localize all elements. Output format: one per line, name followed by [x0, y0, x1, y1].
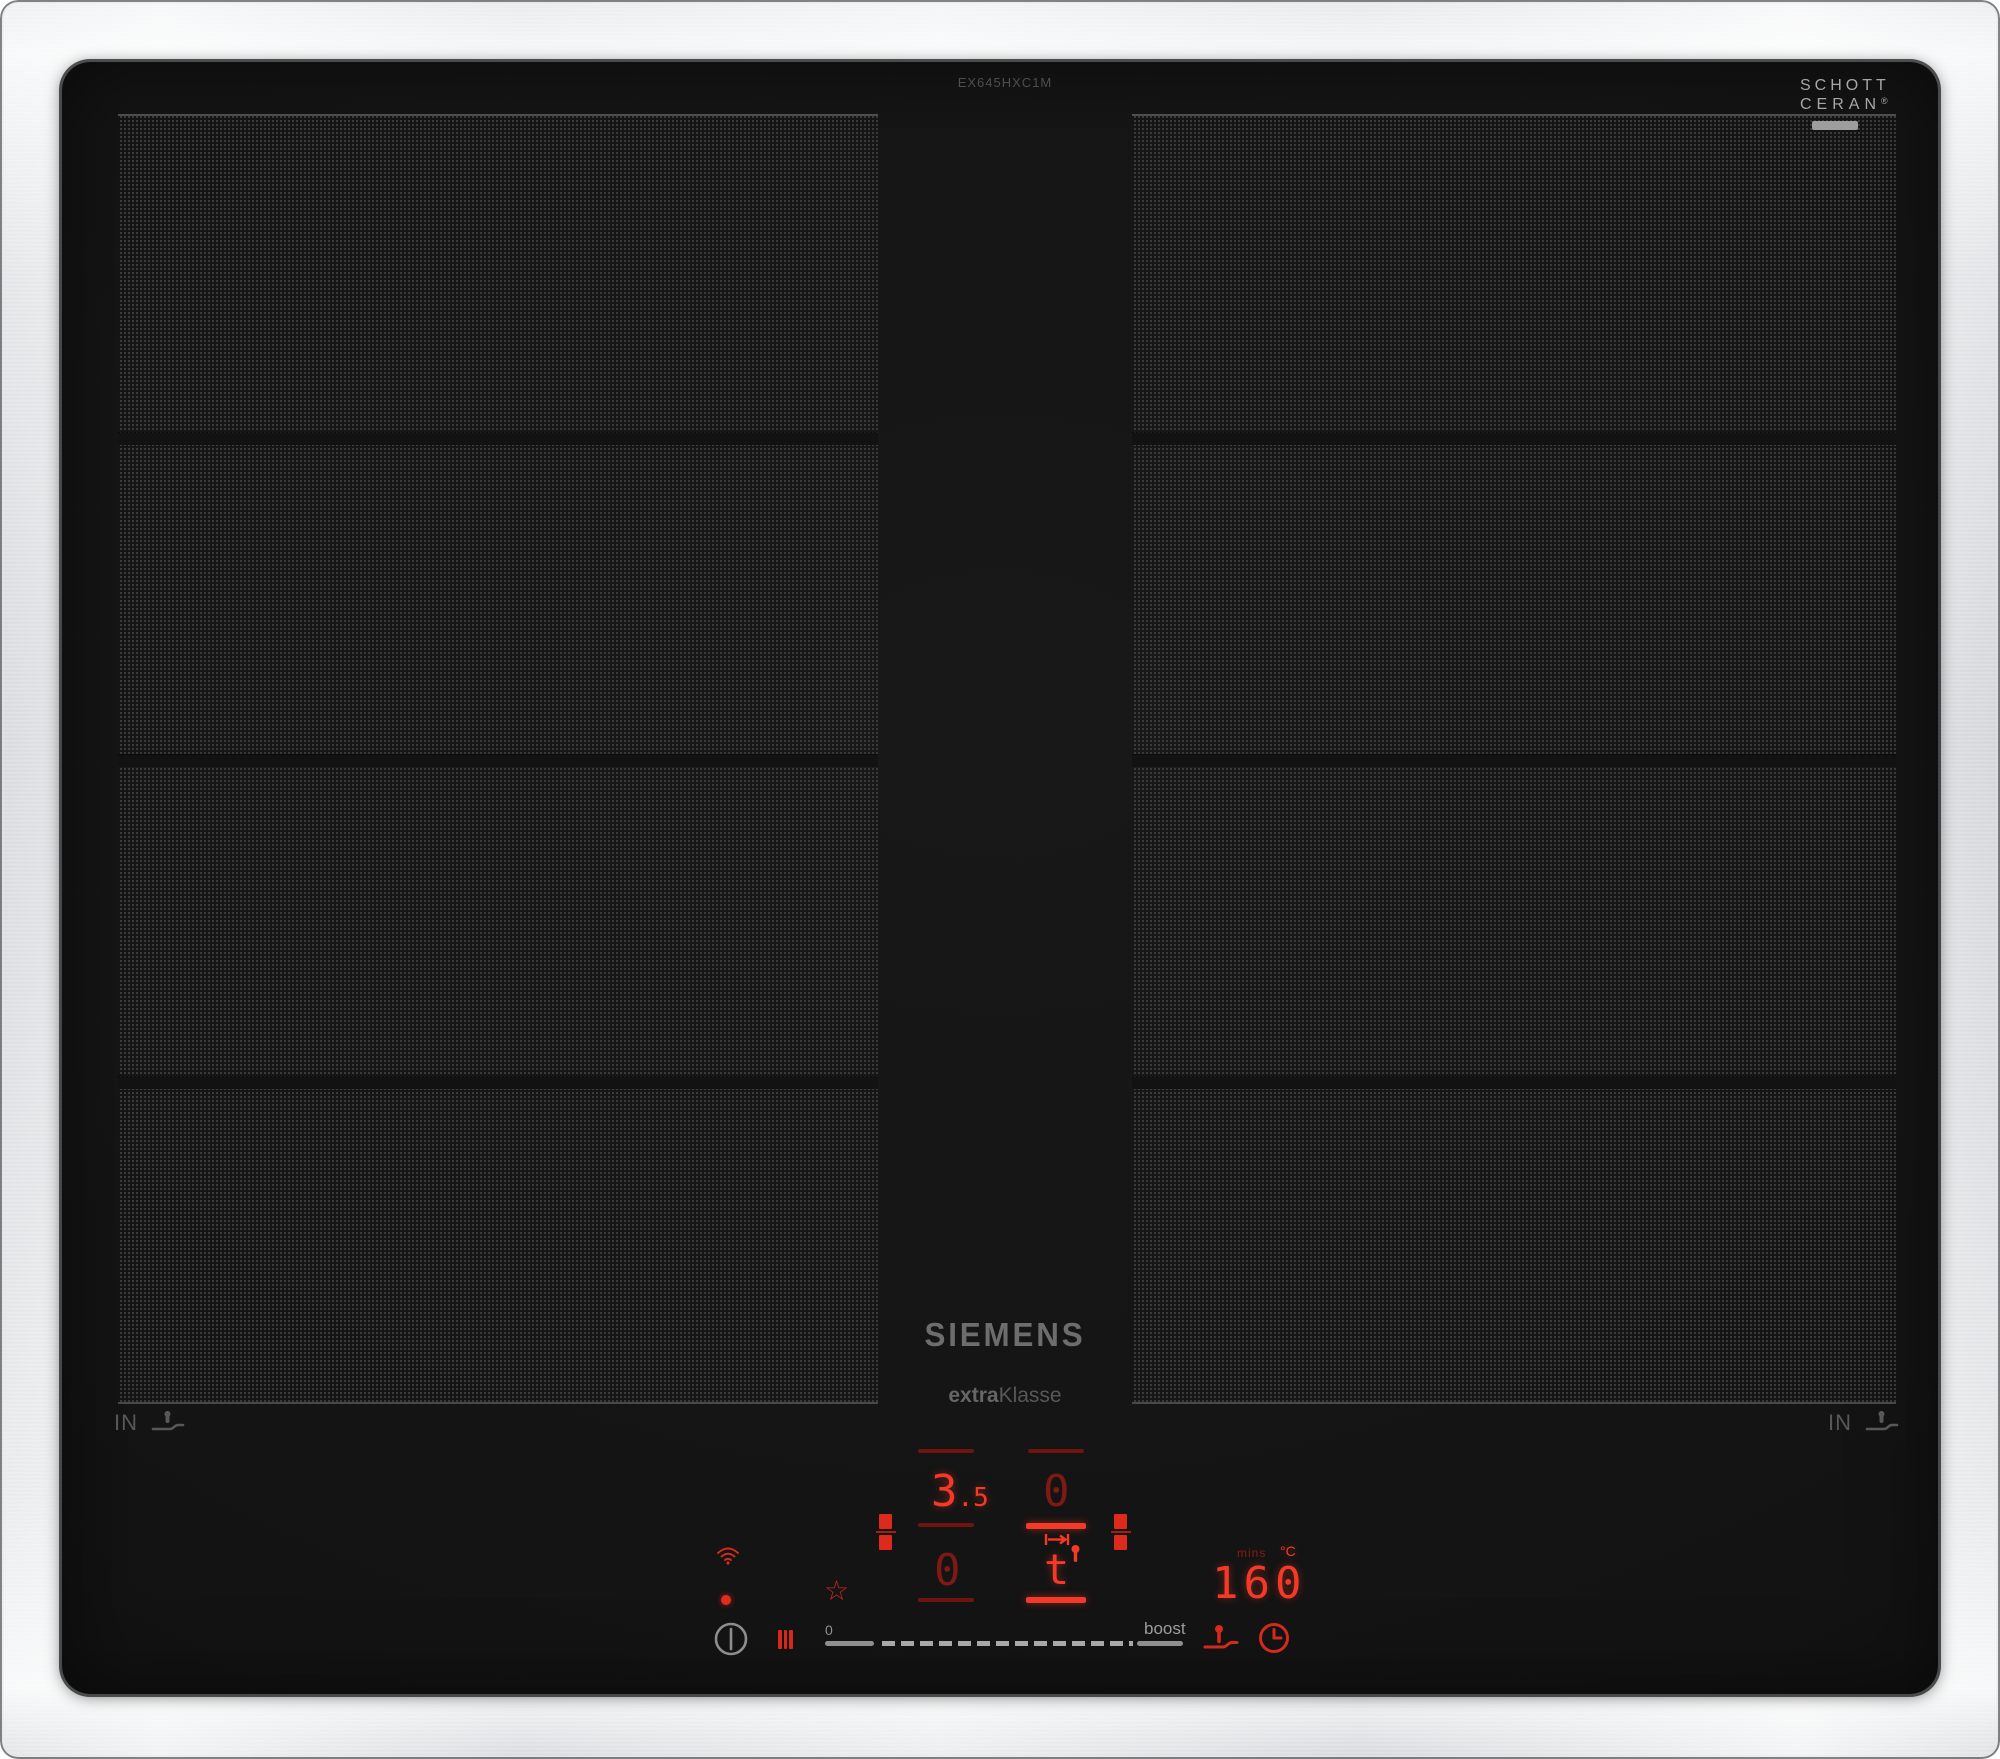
- induction-marker-right: IN: [1828, 1408, 1900, 1438]
- flex-zone-icon[interactable]: [1111, 1514, 1131, 1552]
- pause-icon[interactable]: [778, 1630, 793, 1649]
- registered-mark: ®: [1881, 96, 1888, 106]
- zone-segment-divider: [1132, 755, 1896, 767]
- schott-ceran-logo: SCHOTT CERAN®: [1800, 77, 1910, 114]
- right-zone-upper-display: 0: [1043, 1470, 1070, 1514]
- zone-segment-divider: [118, 755, 878, 767]
- star-icon[interactable]: ☆: [824, 1577, 849, 1605]
- level-bar-mid-right: [1026, 1523, 1086, 1529]
- temperature-display: 160: [1212, 1562, 1306, 1606]
- level-bar-bottom-left: [918, 1598, 974, 1602]
- model-number: EX645HXC1M: [940, 75, 1070, 90]
- cooking-zone-left: [118, 114, 878, 1404]
- right-zone-function-display: t: [1044, 1549, 1069, 1591]
- temp-unit-label: °C: [1280, 1543, 1296, 1559]
- level-bar-top-right: [1028, 1449, 1084, 1453]
- pan-sensor-icon: [1864, 1408, 1900, 1438]
- left-zone-level-display: 3.5: [931, 1470, 989, 1514]
- schott-underline-bar: [1812, 121, 1858, 130]
- level-bar-top-left: [918, 1449, 974, 1453]
- wifi-icon: [716, 1545, 740, 1565]
- cooking-zone-right: [1132, 114, 1896, 1404]
- thermometer-icon: [1069, 1544, 1082, 1566]
- left-zone-lower-display: 0: [934, 1549, 961, 1593]
- slider-start-segment[interactable]: [825, 1641, 874, 1646]
- induction-marker-left: IN: [114, 1408, 186, 1438]
- power-icon[interactable]: [713, 1621, 749, 1657]
- slider-end-segment[interactable]: [1137, 1641, 1183, 1646]
- level-bar-bottom-right: [1026, 1597, 1086, 1603]
- series-label: extraKlasse: [880, 1384, 1130, 1408]
- cooktop: EX645HXC1M SCHOTT CERAN® SIEMENS extraKl…: [0, 0, 2000, 1759]
- pan-sensor-icon: [150, 1408, 186, 1438]
- siemens-logo: SIEMENS: [886, 1316, 1124, 1354]
- slider-track[interactable]: [882, 1641, 1133, 1646]
- status-dot: [721, 1595, 731, 1605]
- level-bar-mid-left: [918, 1523, 974, 1527]
- zone-segment-divider: [1132, 1077, 1896, 1089]
- slider-min-label: 0: [825, 1622, 833, 1638]
- zone-segment-divider: [118, 433, 878, 445]
- boost-label[interactable]: boost: [1144, 1619, 1186, 1639]
- flex-zone-icon[interactable]: [876, 1514, 896, 1552]
- frying-sensor-icon[interactable]: [1202, 1622, 1240, 1654]
- zone-segment-divider: [118, 1077, 878, 1089]
- timer-clock-icon[interactable]: [1257, 1621, 1291, 1655]
- zone-segment-divider: [1132, 433, 1896, 445]
